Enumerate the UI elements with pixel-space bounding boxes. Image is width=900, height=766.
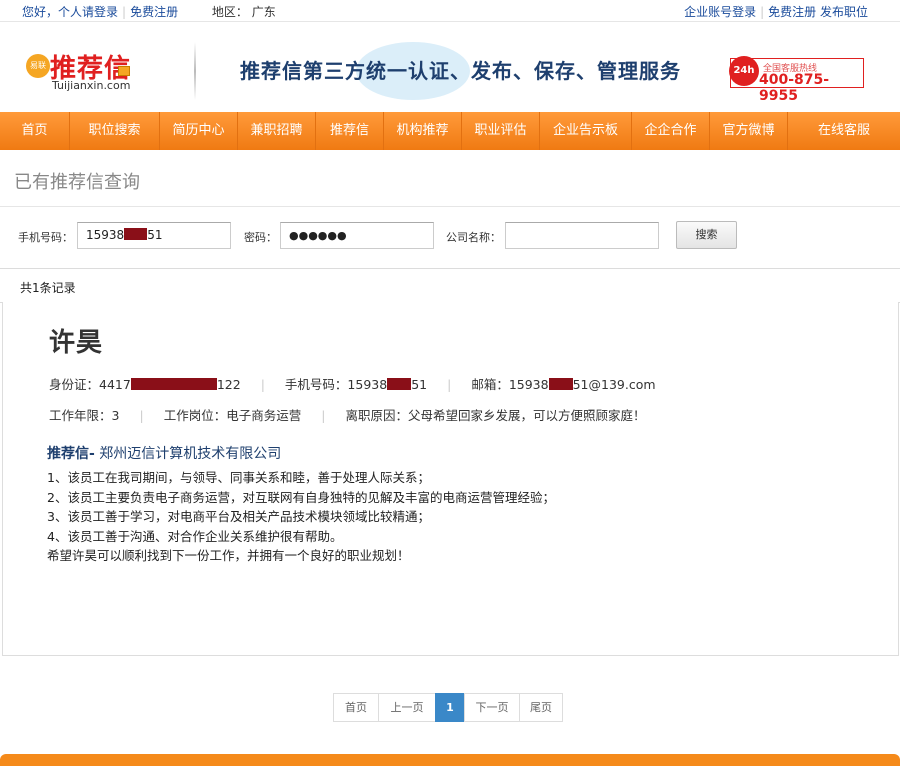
phone-suffix: 51 <box>411 377 428 392</box>
divider <box>0 206 900 207</box>
redaction-mark <box>124 228 148 240</box>
nav-item-home[interactable]: 首页 <box>0 112 70 150</box>
nav-item-cooperation[interactable]: 企企合作 <box>632 112 710 150</box>
nav-item-institution[interactable]: 机构推荐 <box>384 112 462 150</box>
site-logo[interactable]: 易联 推荐信 Tuijianxin.com <box>26 48 136 92</box>
company-label: 公司名称： <box>446 231 501 244</box>
letter-line: 1、该员工在我司期间，与领导、同事关系和睦，善于处理人际关系； <box>47 470 430 485</box>
years-value: 3 <box>111 408 120 423</box>
top-left-links: 您好，个人请登录 | 免费注册 地区： 广东 <box>22 3 276 20</box>
nav-item-recommendation[interactable]: 推荐信 <box>316 112 384 150</box>
letter-body: 1、该员工在我司期间，与领导、同事关系和睦，善于处理人际关系； 2、该员工主要负… <box>47 468 555 566</box>
record-card: 许昊 身份证：4417 122 | 手机号码：15938 51 | 邮箱：15938 51@1… <box>2 302 899 656</box>
letter-title: 推荐信- 郑州迈信计算机技术有限公司 <box>47 443 281 463</box>
letter-line: 4、该员工善于沟通、对合作企业关系维护很有帮助。 <box>47 528 343 544</box>
job-info-row: 工作年限：3 | 工作岗位：电子商务运营 | 离职原因：父母希望回家乡发展，可以方便照顾… <box>49 405 645 424</box>
position-label: 工作岗位： <box>163 408 227 423</box>
header-divider <box>194 42 196 100</box>
divider: | <box>447 377 452 392</box>
page-current-button[interactable]: 1 <box>435 693 465 722</box>
record-count: 共1条记录 <box>20 281 76 295</box>
divider: | <box>139 408 144 423</box>
divider: | <box>260 377 265 392</box>
letter-line: 2、该员工主要负责电子商务运营，对互联网有自身独特的见解及丰富的电商运营管理经验… <box>47 489 555 505</box>
email-label: 邮箱： <box>471 377 509 392</box>
letter-key: 推荐信- <box>47 446 95 462</box>
phone-input-prefix: 15938 <box>86 228 125 242</box>
nav-item-job-search[interactable]: 职位搜索 <box>70 112 160 150</box>
nav-item-notice-board[interactable]: 企业告示板 <box>540 112 632 150</box>
nav-item-resume-center[interactable]: 简历中心 <box>160 112 238 150</box>
nav-item-weibo[interactable]: 官方微博 <box>710 112 788 150</box>
page-next-button[interactable]: 下一页 <box>464 693 520 722</box>
enterprise-login-link[interactable]: 企业账号登录 <box>684 5 756 19</box>
id-label: 身份证： <box>49 377 100 392</box>
search-form: 手机号码： 15938 51 密码： ●●●●●● 公司名称： 搜索 <box>0 220 900 250</box>
logo-domain: Tuijianxin.com <box>52 79 131 92</box>
email-prefix: 15938 <box>508 377 549 392</box>
company-input[interactable] <box>505 222 659 249</box>
header-slogan: 推荐信第三方统一认证、发布、保存、管理服务 <box>240 59 681 83</box>
page-last-button[interactable]: 尾页 <box>519 693 563 722</box>
reason-label: 离职原因： <box>345 408 408 423</box>
redaction-mark <box>130 378 217 390</box>
divider: | <box>321 408 326 423</box>
search-button[interactable]: 搜索 <box>676 221 737 249</box>
divider: | <box>760 5 765 19</box>
years-label: 工作年限： <box>49 408 112 423</box>
region-value[interactable]: 广东 <box>252 5 276 19</box>
enterprise-register-link[interactable]: 免费注册 发布职位 <box>768 5 868 19</box>
letter-line: 希望许昊可以顺利找到下一份工作，并拥有一个良好的职业规划！ <box>47 548 410 563</box>
nav-item-part-time[interactable]: 兼职招聘 <box>238 112 316 150</box>
phone-24h-icon: 24h <box>729 56 759 86</box>
logo-badge-icon: 易联 <box>26 54 50 78</box>
envelope-icon <box>118 66 130 76</box>
pagination: 首页 上一页 1 下一页 尾页 <box>333 693 563 723</box>
email-suffix: 51@139.com <box>572 377 656 392</box>
id-suffix: 122 <box>216 377 241 392</box>
letter-company: 郑州迈信计算机技术有限公司 <box>99 446 282 462</box>
password-input[interactable]: ●●●●●● <box>280 222 434 249</box>
letter-line: 3、该员工善于学习，对电商平台及相关产品技术模块领域比较精通； <box>47 509 430 524</box>
phone-input-suffix: 51 <box>147 228 163 242</box>
reason-value: 父母希望回家乡发展，可以方便照顾家庭！ <box>407 408 646 423</box>
personal-login-link[interactable]: 您好，个人请登录 <box>22 5 118 19</box>
top-right-links: 企业账号登录 | 免费注册 发布职位 <box>684 3 868 20</box>
hotline-box: 24h 全国客服热线 400-875-9955 <box>729 56 864 104</box>
page-first-button[interactable]: 首页 <box>333 693 379 722</box>
nav-item-online-service[interactable]: 在线客服 <box>788 112 900 150</box>
position-value: 电子商务运营 <box>226 408 302 423</box>
redaction-mark <box>548 378 573 390</box>
page-title: 已有推荐信查询 <box>14 172 140 193</box>
site-header: 易联 推荐信 Tuijianxin.com 推荐信第三方统一认证、发布、保存、管… <box>0 22 900 112</box>
hotline-number: 400-875-9955 <box>759 72 830 104</box>
page-prev-button[interactable]: 上一页 <box>378 693 436 722</box>
phone-label: 手机号码： <box>18 231 73 244</box>
password-label: 密码： <box>244 231 277 244</box>
top-utility-bar: 您好，个人请登录 | 免费注册 地区： 广东 企业账号登录 | 免费注册 发布职位 <box>0 0 900 22</box>
main-nav: 首页 职位搜索 简历中心 兼职招聘 推荐信 机构推荐 职业评估 企业告示板 企企… <box>0 112 900 150</box>
contact-row: 身份证：4417 122 | 手机号码：15938 51 | 邮箱：15938 51@139.… <box>49 374 656 393</box>
phone-prefix: 15938 <box>347 377 388 392</box>
candidate-name: 许昊 <box>49 328 104 358</box>
nav-item-career-eval[interactable]: 职业评估 <box>462 112 540 150</box>
divider: | <box>122 5 127 19</box>
footer-bar <box>0 754 900 766</box>
phone-label: 手机号码： <box>284 377 348 392</box>
redaction-mark <box>387 378 412 390</box>
region-label: 地区： <box>211 5 248 19</box>
phone-input[interactable]: 15938 51 <box>77 222 231 249</box>
records-header: 共1条记录 <box>0 268 900 303</box>
free-register-link[interactable]: 免费注册 <box>130 5 178 19</box>
id-prefix: 4417 <box>99 377 131 392</box>
